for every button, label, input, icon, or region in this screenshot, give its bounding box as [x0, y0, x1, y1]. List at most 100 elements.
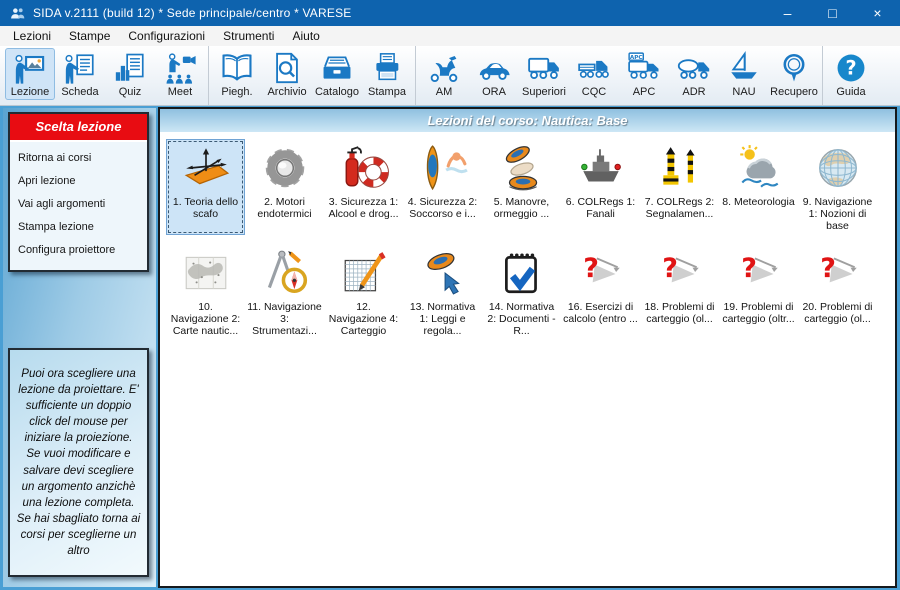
- plotting-grid-icon: [339, 248, 389, 298]
- toolbar-button-quiz[interactable]: Quiz: [105, 48, 155, 100]
- lesson-label: 8. Meteorologia: [722, 196, 794, 208]
- toolbar-button-catalogo[interactable]: Catalogo: [312, 48, 362, 100]
- toolbar-group: AMORASuperiori CQC APC APC ADR NAU Recupero: [416, 46, 823, 105]
- lesson-item-5-manovre-ormeggio[interactable]: 5. Manovre, ormeggio ...: [482, 139, 561, 235]
- lesson-item-9-navigazione-1-nozioni-di-base[interactable]: 9. Navigazione 1: Nozioni di base: [798, 139, 877, 235]
- lesson-label: 4. Sicurezza 2: Soccorso e i...: [405, 196, 480, 220]
- toolbar-button-adr[interactable]: ADR: [669, 48, 719, 100]
- lesson-item-2-motori-endotermici[interactable]: 2. Motori endotermici: [245, 139, 324, 235]
- lesson-label: 3. Sicurezza 1: Alcool e drog...: [326, 196, 401, 220]
- toolbar-button-label: CQC: [582, 86, 606, 98]
- lesson-item-20-problemi-di-carteggio-ol[interactable]: ?20. Problemi di carteggio (ol...: [798, 244, 877, 340]
- sidebar-item-stampa-lezione[interactable]: Stampa lezione: [10, 215, 147, 238]
- menu-item-lezioni[interactable]: Lezioni: [4, 27, 60, 46]
- menu-item-aiuto[interactable]: Aiuto: [283, 27, 328, 46]
- lesson-label: 16. Esercizi di calcolo (entro ...: [563, 301, 638, 325]
- svg-text:?: ?: [845, 56, 856, 79]
- toolbar-button-label: Superiori: [522, 86, 566, 98]
- users-icon: [9, 5, 26, 22]
- hull-axes-icon: [181, 143, 231, 193]
- lesson-item-3-sicurezza-1-alcool-e-drog[interactable]: 3. Sicurezza 1: Alcool e drog...: [324, 139, 403, 235]
- apc-truck-icon: APC: [627, 51, 661, 85]
- lesson-label: 18. Problemi di carteggio (ol...: [642, 301, 717, 325]
- window-title: SIDA v.2111 (build 12) * Sede principale…: [33, 6, 351, 20]
- toolbar-button-label: NAU: [732, 86, 755, 98]
- sidebar-item-apri-lezione[interactable]: Apri lezione: [10, 169, 147, 192]
- svg-text:APC: APC: [630, 55, 643, 61]
- toolbar-button-label: Stampa: [368, 86, 406, 98]
- scooter-icon: [427, 51, 461, 85]
- lesson-item-4-sicurezza-2-soccorso-e-i[interactable]: 4. Sicurezza 2: Soccorso e i...: [403, 139, 482, 235]
- lesson-label: 14. Normativa 2: Documenti - R...: [484, 301, 559, 337]
- toolbar-button-lezione[interactable]: Lezione: [5, 48, 55, 100]
- sidebar-item-ritorna-ai-corsi[interactable]: Ritorna ai corsi: [10, 146, 147, 169]
- toolbar-button-recupero[interactable]: Recupero: [769, 48, 819, 100]
- toolbar-button-scheda[interactable]: Scheda: [55, 48, 105, 100]
- help-icon: ?: [834, 51, 868, 85]
- lesson-item-13-normativa-1-leggi-e-regola[interactable]: 13. Normativa 1: Leggi e regola...: [403, 244, 482, 340]
- toolbar-button-cqc[interactable]: CQC: [569, 48, 619, 100]
- lesson-item-14-normativa-2-documenti-r[interactable]: 14. Normativa 2: Documenti - R...: [482, 244, 561, 340]
- toolbar-button-label: ADR: [682, 86, 705, 98]
- lesson-label: 5. Manovre, ormeggio ...: [484, 196, 559, 220]
- toolbar-button-label: Catalogo: [315, 86, 359, 98]
- info-text: Puoi ora scegliere una lezione da proiet…: [16, 366, 141, 559]
- svg-text:?: ?: [741, 253, 757, 284]
- question-divider-icon: ?: [813, 248, 863, 298]
- toolbar-button-label: Lezione: [11, 86, 50, 98]
- toolbar-button-label: Archivio: [267, 86, 306, 98]
- content-frame: Scelta lezione Ritorna ai corsiApri lezi…: [0, 106, 900, 590]
- lesson-item-19-problemi-di-carteggio-oltr[interactable]: ? 19. Problemi di carteggio (oltr...: [719, 244, 798, 340]
- minimize-button[interactable]: –: [765, 0, 810, 26]
- menu-item-strumenti[interactable]: Strumenti: [214, 27, 283, 46]
- lesson-item-1-teoria-dello-scafo[interactable]: 1. Teoria dello scafo: [166, 139, 245, 235]
- menu-item-configurazioni[interactable]: Configurazioni: [119, 27, 214, 46]
- question-divider-icon: ?: [655, 248, 705, 298]
- sidebar-item-configura-proiettore[interactable]: Configura proiettore: [10, 238, 147, 261]
- ship-lights-icon: [576, 143, 626, 193]
- toolbar-button-am[interactable]: AM: [419, 48, 469, 100]
- toolbar-button-guida[interactable]: ?Guida: [826, 48, 876, 100]
- surfboard-swimmer-icon: [418, 143, 468, 193]
- toolbar-button-label: Recupero: [770, 86, 818, 98]
- svg-text:?: ?: [820, 253, 836, 284]
- close-button[interactable]: ×: [855, 0, 900, 26]
- toolbar-button-ora[interactable]: ORA: [469, 48, 519, 100]
- toolbar-button-piegh[interactable]: Piegh.: [212, 48, 262, 100]
- lesson-item-7-colregs-2-segnalamen[interactable]: 7. COLRegs 2: Segnalamen...: [640, 139, 719, 235]
- lesson-item-12-navigazione-4-carteggio[interactable]: 12. Navigazione 4: Carteggio: [324, 244, 403, 340]
- lesson-item-6-colregs-1-fanali[interactable]: 6. COLRegs 1: Fanali: [561, 139, 640, 235]
- toolbar-button-nau[interactable]: NAU: [719, 48, 769, 100]
- lesson-choice-panel: Scelta lezione Ritorna ai corsiApri lezi…: [8, 112, 149, 272]
- toolbar-button-archivio[interactable]: Archivio: [262, 48, 312, 100]
- sidebar-item-vai-agli-argomenti[interactable]: Vai agli argomenti: [10, 192, 147, 215]
- toolbar-button-meet[interactable]: Meet: [155, 48, 205, 100]
- main-panel: Lezioni del corso: Nautica: Base 1. Teor…: [158, 107, 897, 588]
- checklist-icon: [497, 248, 547, 298]
- meet-icon: [163, 51, 197, 85]
- car-icon: [477, 51, 511, 85]
- toolbar-group: Lezione SchedaQuiz Meet: [2, 46, 209, 105]
- lesson-item-11-navigazione-3-strumentazi[interactable]: 11. Navigazione 3: Strumentazi...: [245, 244, 324, 340]
- lesson-label: 19. Problemi di carteggio (oltr...: [721, 301, 796, 325]
- nautical-chart-icon: [181, 248, 231, 298]
- lesson-grid: 1. Teoria dello scafo2. Motori endotermi…: [160, 132, 895, 340]
- buoys-icon: [655, 143, 705, 193]
- maximize-button[interactable]: □: [810, 0, 855, 26]
- printer-icon: [370, 51, 404, 85]
- info-box: Puoi ora scegliere una lezione da proiet…: [8, 348, 149, 577]
- toolbar-button-apc[interactable]: APC APC: [619, 48, 669, 100]
- lesson-item-16-esercizi-di-calcolo-entro[interactable]: ?16. Esercizi di calcolo (entro ...: [561, 244, 640, 340]
- lesson-item-8-meteorologia[interactable]: 8. Meteorologia: [719, 139, 798, 235]
- lesson-item-18-problemi-di-carteggio-ol[interactable]: ? 18. Problemi di carteggio (ol...: [640, 244, 719, 340]
- toolbar-button-label: APC: [633, 86, 656, 98]
- toolbar-button-stampa[interactable]: Stampa: [362, 48, 412, 100]
- sailboat-icon: [727, 51, 761, 85]
- toolbar-button-superiori[interactable]: Superiori: [519, 48, 569, 100]
- lesson-label: 7. COLRegs 2: Segnalamen...: [642, 196, 717, 220]
- lesson-item-10-navigazione-2-carte-nautic[interactable]: 10. Navigazione 2: Carte nautic...: [166, 244, 245, 340]
- toolbar-button-label: Meet: [168, 86, 192, 98]
- lesson-label: 10. Navigazione 2: Carte nautic...: [168, 301, 243, 337]
- menu-item-stampe[interactable]: Stampe: [60, 27, 119, 46]
- lesson-label: 11. Navigazione 3: Strumentazi...: [247, 301, 322, 337]
